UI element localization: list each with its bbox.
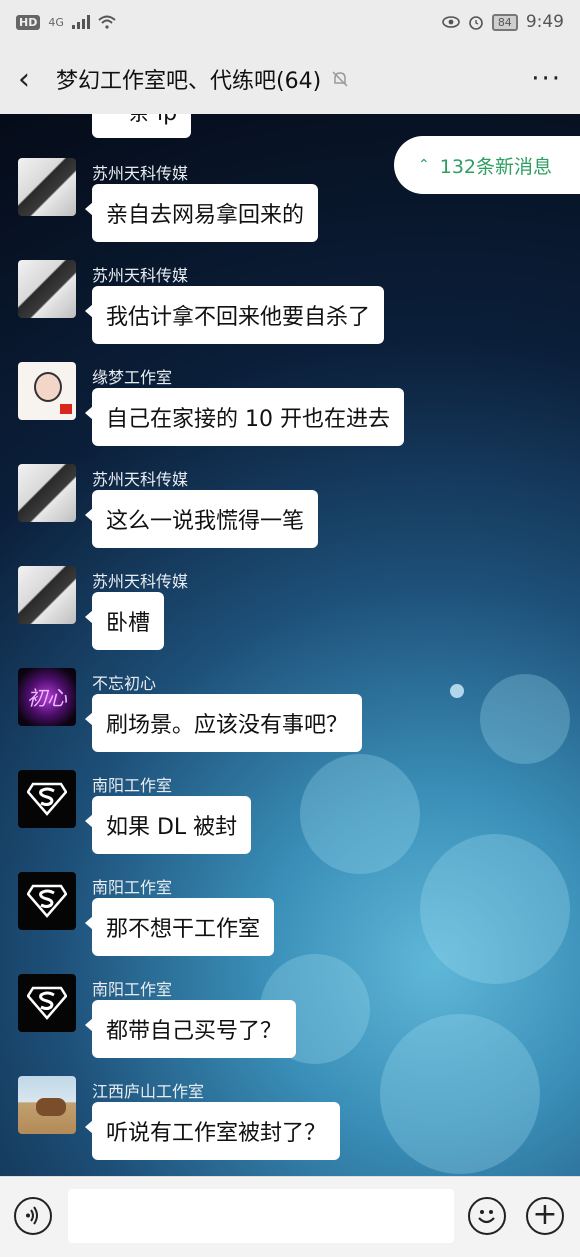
message-row: 江西庐山工作室 听说有工作室被封了？: [18, 1076, 341, 1160]
input-bar: +: [0, 1176, 580, 1257]
message-bubble[interactable]: 都带自己买号了？: [84, 1000, 297, 1058]
bell-off-icon: [332, 71, 348, 87]
message-bubble[interactable]: 那不想干工作室: [84, 898, 275, 956]
sender-name: 南阳工作室: [92, 878, 173, 897]
avatar[interactable]: [18, 362, 76, 420]
message-bubble[interactable]: 如果 DL 被封: [84, 796, 252, 854]
avatar[interactable]: 初心: [18, 668, 76, 726]
avatar[interactable]: [18, 464, 76, 522]
message-bubble[interactable]: 亲自去网易拿回来的: [84, 184, 319, 242]
sender-name: 苏州天科传媒: [92, 164, 189, 183]
chat-area[interactable]: 一条 ip 苏州天科传媒亲自去网易拿回来的 苏州天科传媒我估计拿不回来他要自杀了…: [0, 114, 580, 1176]
avatar[interactable]: [18, 770, 76, 828]
message-bubble[interactable]: 听说有工作室被封了？: [84, 1102, 341, 1160]
sender-name: 苏州天科传媒: [92, 266, 189, 285]
avatar[interactable]: [18, 158, 76, 216]
sender-name: 苏州天科传媒: [92, 470, 189, 489]
eye-icon: [442, 16, 460, 28]
bokeh-light: [300, 754, 420, 874]
message-bubble[interactable]: 自己在家接的 10 开也在进去: [85, 388, 404, 446]
sender-name: 苏州天科传媒: [92, 572, 189, 591]
avatar[interactable]: [18, 974, 76, 1032]
network-type: 4G: [48, 15, 64, 29]
message-row: 南阳工作室 那不想干工作室: [18, 872, 275, 956]
bokeh-light: [450, 684, 464, 698]
sender-name: 江西庐山工作室: [92, 1082, 205, 1101]
message-input[interactable]: [68, 1189, 454, 1243]
bokeh-light: [420, 834, 570, 984]
wifi-icon: [98, 15, 116, 29]
sender-name: 缘梦工作室: [92, 368, 173, 387]
more-dots-icon[interactable]: ···: [531, 64, 562, 94]
message-row: 苏州天科传媒 亲自去网易拿回来的: [18, 158, 319, 242]
message-bubble[interactable]: 这么一说我慌得一笔: [84, 490, 319, 548]
message-row: 初心 不忘初心 刷场景。应该没有事吧？: [18, 668, 363, 752]
signal-icon: [71, 15, 90, 29]
message-bubble[interactable]: 刷场景。应该没有事吧？: [84, 694, 363, 752]
emoji-icon[interactable]: [468, 1197, 506, 1235]
sender-name: 南阳工作室: [92, 776, 173, 795]
message-row: 苏州天科传媒 这么一说我慌得一笔: [18, 464, 319, 548]
chevron-left-icon[interactable]: ‹: [18, 62, 48, 97]
new-messages-label: 132条新消息: [439, 155, 552, 178]
message-row: 缘梦工作室 自己在家接的 10 开也在进去: [18, 362, 404, 446]
bokeh-light: [380, 1014, 540, 1174]
status-bar: HD 4G 84 9:49: [0, 0, 580, 44]
avatar[interactable]: [18, 260, 76, 318]
avatar[interactable]: [18, 872, 76, 930]
sender-name: 南阳工作室: [92, 980, 173, 999]
bokeh-light: [480, 674, 570, 764]
message-row: 苏州天科传媒 卧槽: [18, 566, 188, 650]
message-row: 南阳工作室 都带自己买号了？: [18, 974, 297, 1058]
message-bubble[interactable]: 一条 ip: [92, 114, 192, 138]
chat-header: ‹ 梦幻工作室吧、代练吧(64) ···: [0, 44, 580, 114]
battery-indicator: 84: [491, 13, 518, 31]
voice-icon[interactable]: [14, 1197, 52, 1235]
message-row: 苏州天科传媒 我估计拿不回来他要自杀了: [18, 260, 385, 344]
avatar[interactable]: [18, 1076, 76, 1134]
hd-badge: HD: [16, 14, 41, 30]
message-bubble[interactable]: 卧槽: [84, 592, 165, 650]
new-messages-button[interactable]: ⌃ 132条新消息: [394, 136, 580, 194]
double-chevron-up-icon: ⌃: [418, 157, 430, 173]
alarm-icon: [469, 16, 483, 30]
chat-title: 梦幻工作室吧、代练吧(64): [56, 69, 322, 94]
avatar[interactable]: [18, 566, 76, 624]
plus-icon[interactable]: +: [526, 1197, 564, 1235]
clock: 9:49: [525, 12, 564, 32]
message-row: 南阳工作室 如果 DL 被封: [18, 770, 252, 854]
message-bubble[interactable]: 我估计拿不回来他要自杀了: [84, 286, 385, 344]
sender-name: 不忘初心: [92, 674, 157, 693]
